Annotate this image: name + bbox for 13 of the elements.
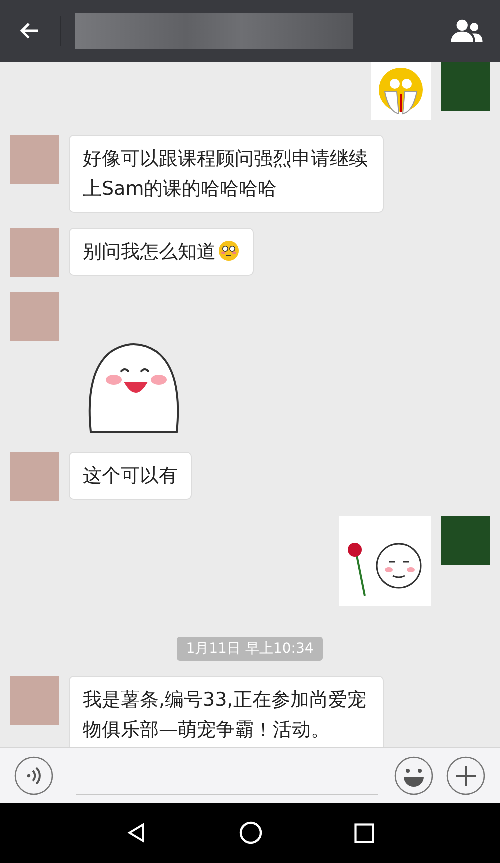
plus-icon[interactable] [446, 756, 486, 796]
message-bubble: 好像可以跟课程顾问强烈申请继续上Sam的课的哈哈哈哈 [69, 135, 384, 213]
smiley-icon[interactable] [394, 756, 434, 796]
message-bubble: 我是薯条,编号33,正在参加尚爱宠物俱乐部—萌宠争霸！活动。 [69, 676, 384, 747]
message-bubble: 这个可以有 [69, 452, 192, 500]
back-triangle-icon[interactable] [126, 822, 148, 844]
recents-square-icon[interactable] [354, 822, 374, 844]
message-bubble: 别问我怎么知道 [69, 228, 254, 276]
timestamp: 1月11日 早上10:34 [177, 637, 323, 661]
sticker-drawing [371, 62, 431, 120]
home-circle-icon[interactable] [238, 821, 262, 845]
people-icon[interactable] [450, 18, 484, 44]
voice-icon[interactable] [14, 756, 54, 796]
